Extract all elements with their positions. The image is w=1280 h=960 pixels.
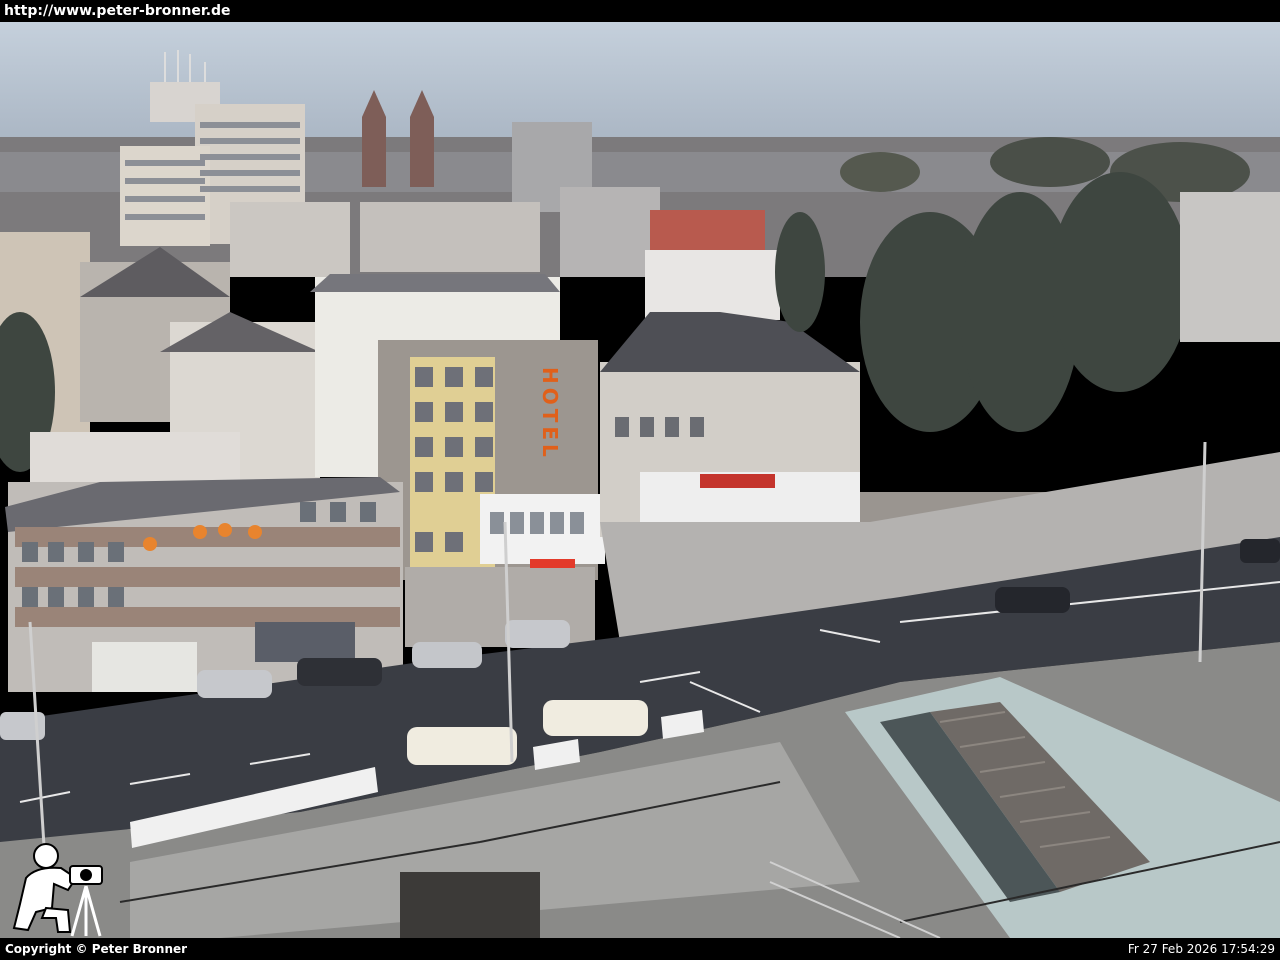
top-bar: http://www.peter-bronner.de <box>0 0 1280 22</box>
webcam-scene: HOTEL <box>0 22 1280 938</box>
copyright-label: Copyright © Peter Bronner <box>5 942 188 956</box>
photographer-with-camera-icon <box>12 843 103 937</box>
webcam-frame: http://www.peter-bronner.de HOTEL Copyri… <box>0 0 1280 960</box>
site-url-link[interactable]: http://www.peter-bronner.de <box>4 2 231 20</box>
timestamp-label: Fr 27 Feb 2026 17:54:29 <box>1127 942 1275 956</box>
hotel-sign: HOTEL <box>538 367 562 461</box>
bottom-bar: Copyright © Peter Bronner Fr 27 Feb 2026… <box>0 938 1280 960</box>
corner-building <box>600 312 860 537</box>
